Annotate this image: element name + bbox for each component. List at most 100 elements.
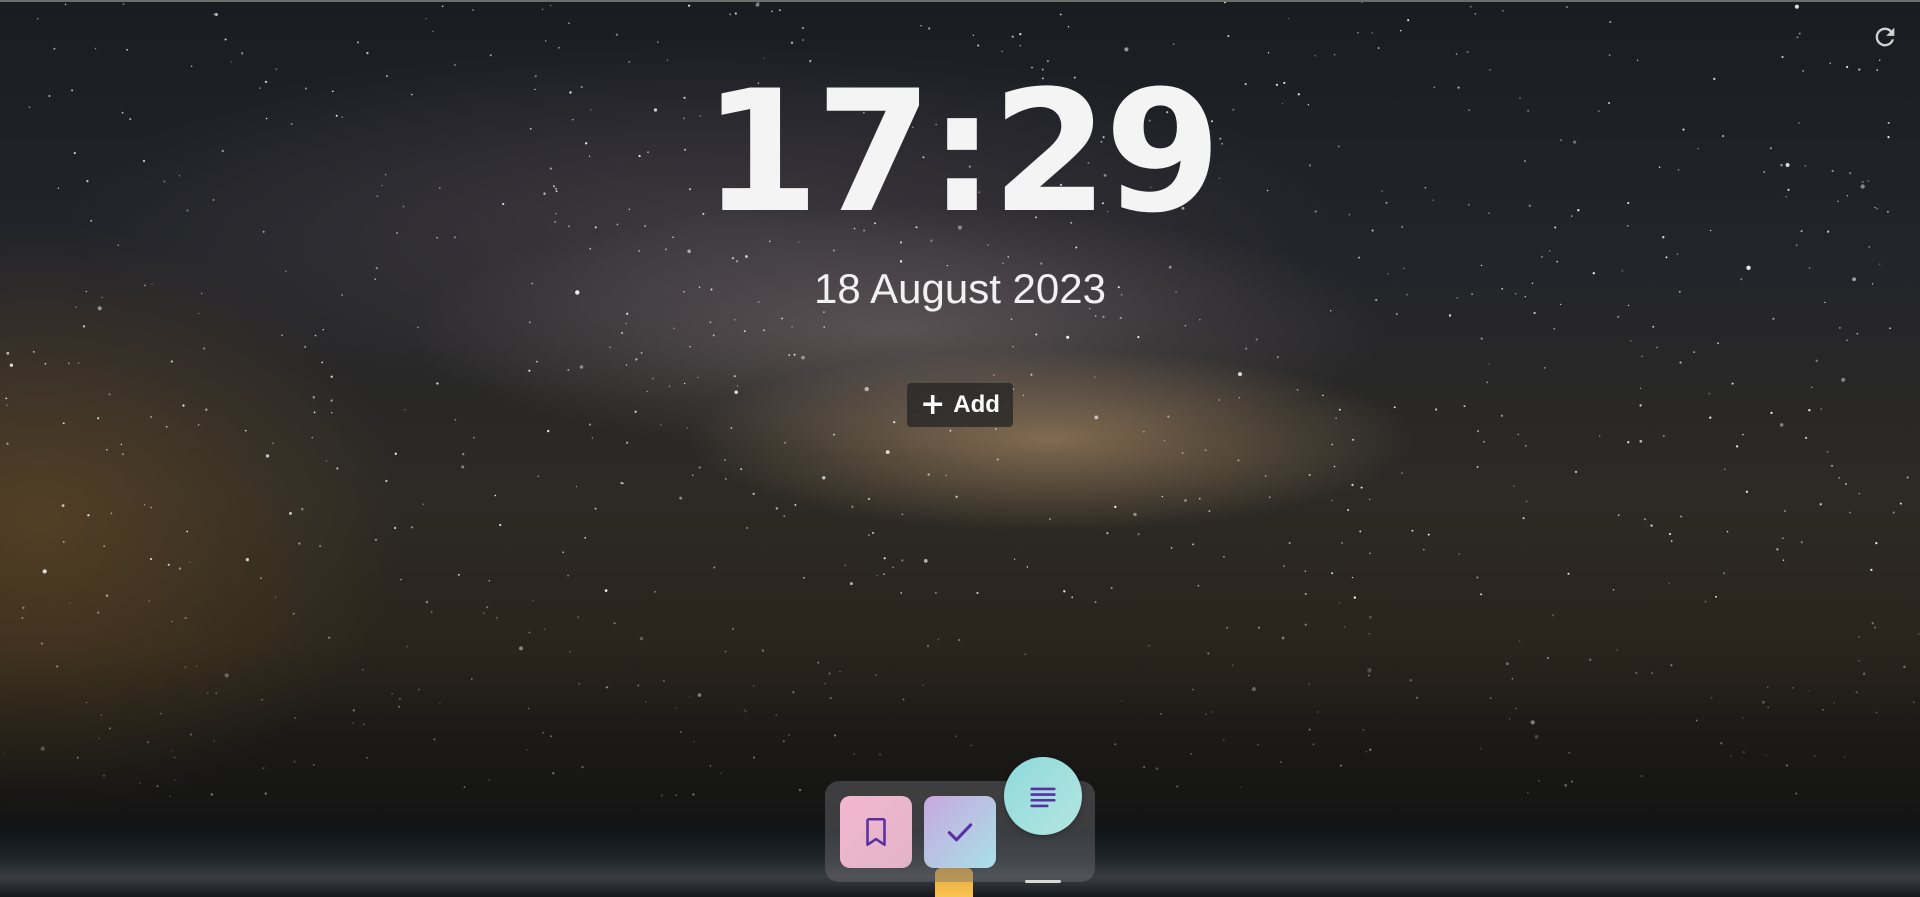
star	[292, 612, 295, 615]
star	[833, 433, 835, 436]
refresh-icon	[1875, 27, 1895, 47]
star	[398, 705, 401, 708]
star	[1791, 687, 1794, 689]
bookmarks-button[interactable]	[840, 796, 912, 868]
star	[1176, 785, 1179, 788]
star	[178, 567, 182, 570]
star	[1770, 411, 1773, 415]
star	[1549, 250, 1551, 252]
star	[635, 358, 638, 361]
star	[1695, 719, 1698, 722]
star	[461, 465, 465, 469]
star	[1314, 55, 1316, 57]
star	[473, 436, 475, 439]
star	[224, 673, 229, 678]
star	[634, 410, 637, 413]
star	[1192, 688, 1194, 691]
star	[366, 756, 368, 759]
star	[1368, 674, 1370, 677]
star	[1708, 392, 1711, 395]
star	[927, 645, 929, 648]
star	[1369, 498, 1371, 501]
refresh-wallpaper-button[interactable]	[1870, 22, 1900, 52]
star	[1474, 13, 1476, 15]
star	[293, 760, 296, 763]
star	[743, 330, 746, 332]
star	[1723, 468, 1726, 471]
star	[482, 612, 485, 615]
star	[82, 325, 86, 328]
star	[274, 596, 277, 598]
star	[139, 782, 141, 784]
star	[1831, 464, 1833, 467]
star	[1609, 20, 1612, 24]
star	[788, 734, 790, 736]
star	[313, 411, 316, 414]
star	[589, 247, 592, 250]
star	[1527, 792, 1529, 794]
star	[645, 701, 647, 703]
star	[937, 638, 940, 641]
star	[549, 4, 552, 7]
star	[143, 504, 146, 506]
star	[94, 47, 97, 50]
star	[454, 418, 457, 421]
star	[1567, 572, 1570, 575]
star	[361, 668, 364, 671]
star	[867, 534, 870, 537]
notes-button[interactable]	[1004, 757, 1082, 835]
star	[885, 450, 890, 455]
star	[697, 376, 699, 379]
star	[994, 428, 997, 430]
star	[169, 795, 171, 798]
star	[5, 397, 8, 400]
star	[1651, 672, 1654, 674]
star	[488, 779, 491, 782]
star	[418, 688, 420, 691]
star	[1283, 565, 1286, 568]
star	[213, 740, 215, 743]
star	[625, 364, 628, 366]
star	[1782, 559, 1785, 561]
star	[1589, 658, 1592, 661]
star	[1124, 47, 1129, 52]
star	[314, 334, 317, 337]
star	[1480, 337, 1483, 340]
star	[262, 767, 265, 770]
star	[499, 523, 502, 527]
star	[1804, 436, 1808, 440]
star	[1482, 440, 1486, 443]
star	[1665, 256, 1668, 259]
star	[1868, 245, 1871, 248]
star	[1639, 439, 1643, 443]
star	[300, 507, 304, 511]
star	[1409, 679, 1413, 682]
star	[394, 452, 397, 455]
star	[775, 714, 777, 716]
star	[683, 382, 686, 385]
star	[1656, 346, 1658, 349]
star	[781, 317, 783, 320]
star	[1148, 644, 1150, 647]
star	[1237, 372, 1243, 377]
star	[1500, 414, 1503, 417]
star	[784, 441, 786, 444]
star	[1513, 485, 1515, 488]
add-button[interactable]: + Add	[907, 383, 1013, 427]
star	[1010, 318, 1013, 321]
star	[106, 448, 108, 451]
star	[197, 424, 200, 426]
star	[298, 542, 301, 545]
tasks-button[interactable]	[924, 796, 996, 868]
star	[1534, 735, 1539, 739]
star	[1903, 665, 1906, 669]
star	[1857, 635, 1861, 638]
star	[1106, 532, 1109, 535]
star	[1846, 339, 1848, 341]
star	[1785, 764, 1788, 767]
star	[1268, 496, 1271, 499]
star	[61, 504, 65, 507]
star	[1730, 755, 1732, 757]
star	[1223, 738, 1225, 741]
star	[567, 368, 570, 371]
